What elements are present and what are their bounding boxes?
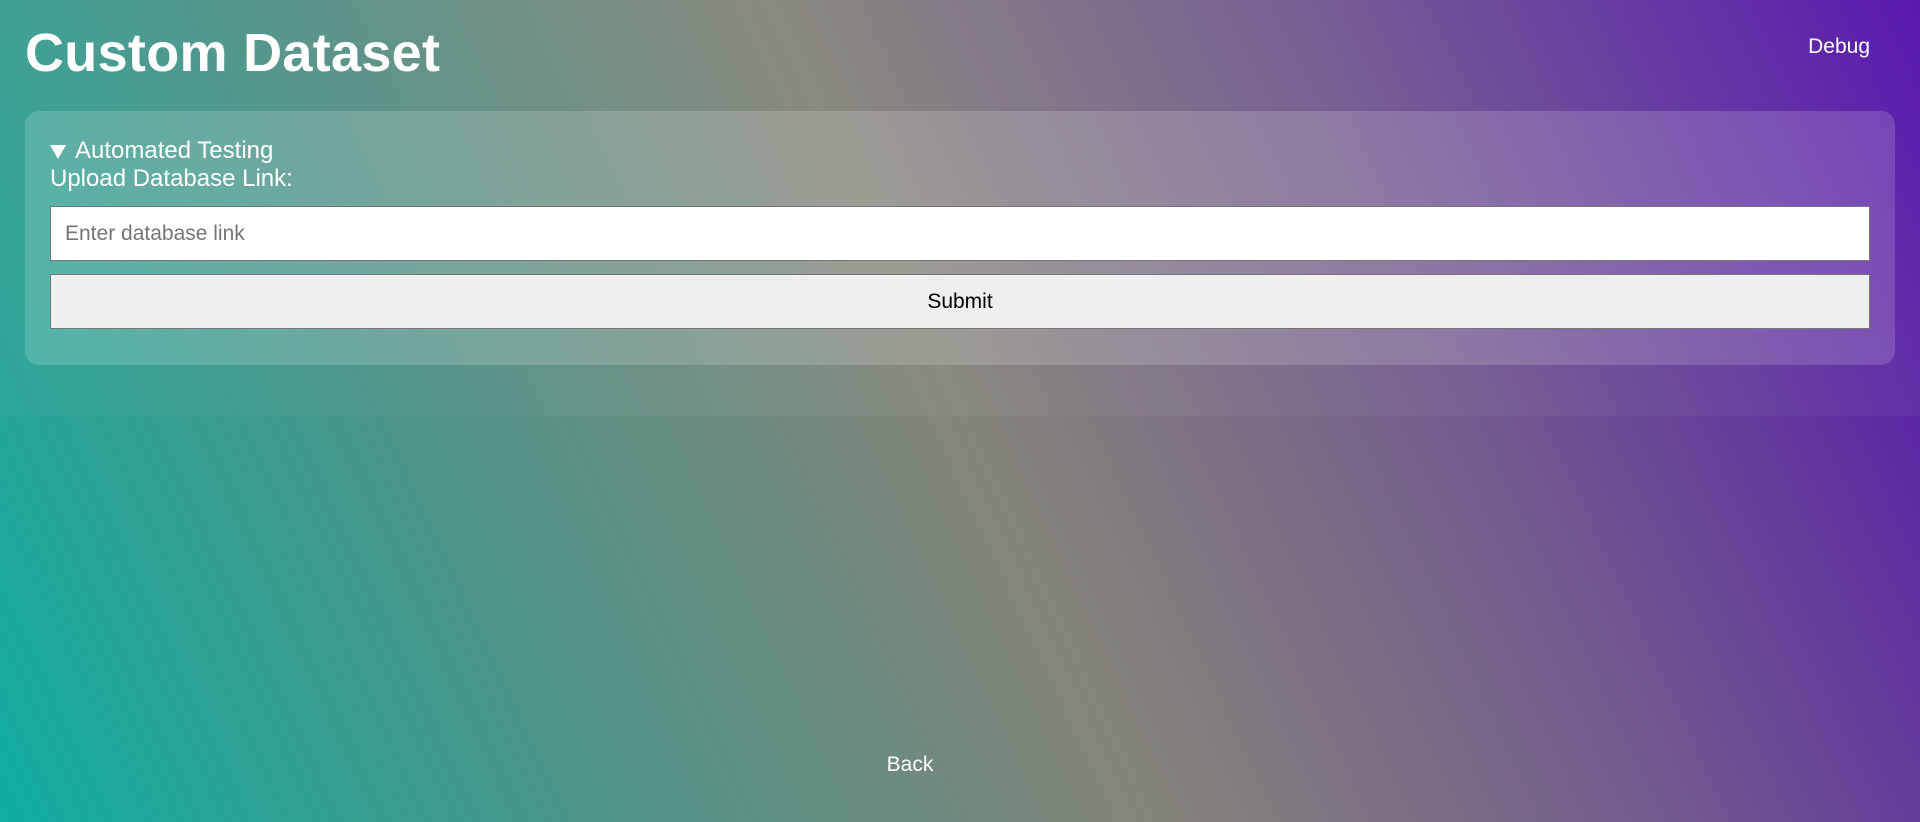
automated-testing-label: Automated Testing (75, 137, 274, 164)
page-title: Custom Dataset (25, 23, 441, 83)
debug-link[interactable]: Debug (1808, 34, 1870, 60)
automated-testing-summary[interactable]: Automated Testing (50, 136, 273, 166)
submit-button[interactable]: Submit (50, 274, 1870, 329)
header-section: Custom Dataset Debug Automated Testing U… (0, 0, 1920, 416)
automated-testing-panel: Automated Testing Upload Database Link: … (25, 111, 1895, 365)
database-link-input[interactable] (50, 206, 1870, 261)
triangle-down-icon (50, 145, 66, 159)
database-link-label: Upload Database Link: (50, 165, 293, 192)
back-link[interactable]: Back (0, 752, 1820, 778)
